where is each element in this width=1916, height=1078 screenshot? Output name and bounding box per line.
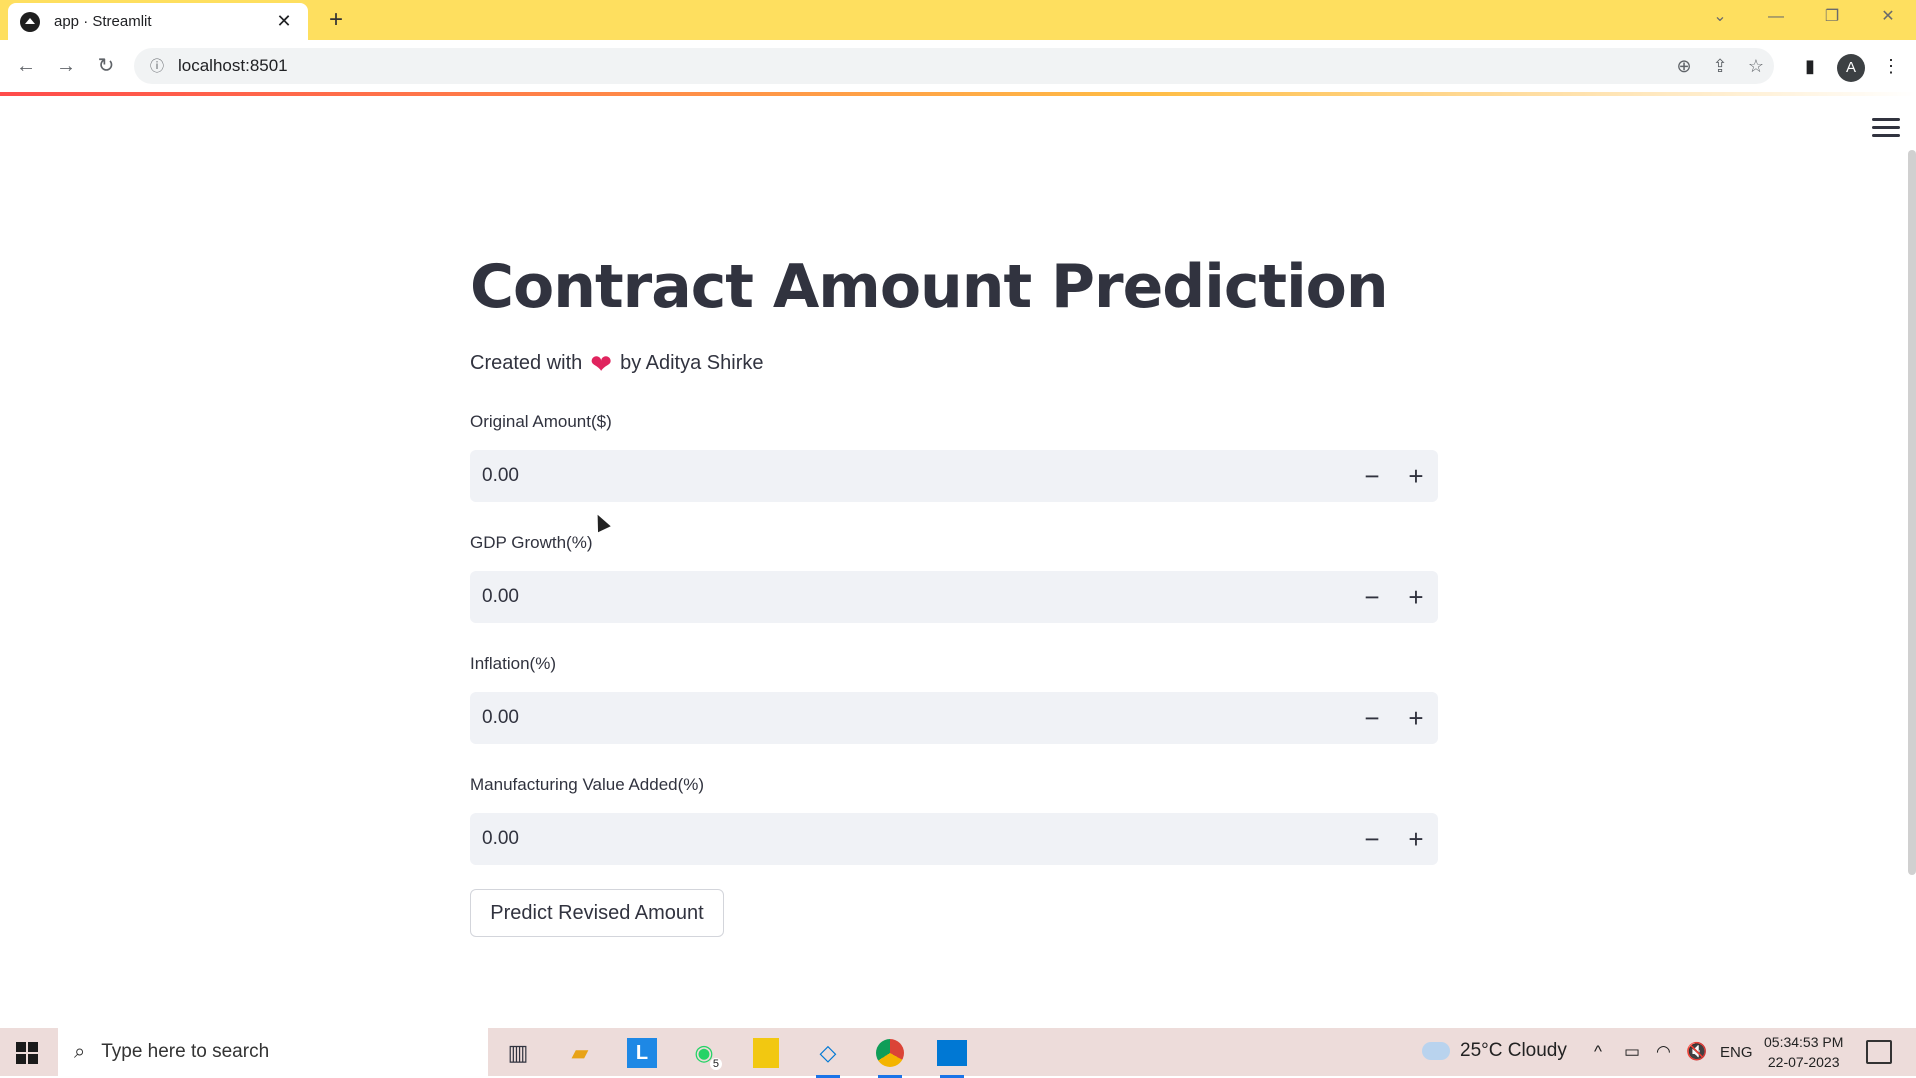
task-view-icon[interactable]: ▥: [500, 1036, 536, 1070]
whatsapp-badge: 5: [709, 1058, 722, 1070]
l-app-icon[interactable]: L: [624, 1036, 660, 1070]
tab-close-icon[interactable]: ✕: [272, 11, 296, 32]
zoom-icon[interactable]: ⊕: [1666, 56, 1702, 77]
credit-prefix: Created with: [470, 352, 583, 374]
gdp-growth-input[interactable]: 0.00 − +: [470, 571, 1438, 623]
increment-button[interactable]: +: [1394, 692, 1438, 744]
clock-date: 22-07-2023: [1767, 1054, 1840, 1070]
browser-tab-strip: app · Streamlit ✕ + ⌄ — ❐ ✕: [0, 0, 1916, 40]
decrement-button[interactable]: −: [1350, 692, 1394, 744]
bookmark-star-icon[interactable]: ☆: [1738, 56, 1774, 77]
gdp-growth-label: GDP Growth(%): [470, 533, 593, 552]
speaker-muted-icon[interactable]: 🔇: [1686, 1042, 1707, 1062]
search-icon: ⌕: [74, 1040, 86, 1063]
page-title: Contract Amount Prediction: [470, 252, 1389, 322]
credit-line: Created with ❤ by Aditya Shirke: [470, 348, 764, 379]
url-text[interactable]: localhost:8501: [178, 56, 1666, 76]
vscode-icon[interactable]: ◇: [810, 1036, 846, 1078]
wifi-icon[interactable]: ◠: [1656, 1042, 1671, 1062]
increment-button[interactable]: +: [1394, 813, 1438, 865]
decrement-button[interactable]: −: [1350, 813, 1394, 865]
manufacturing-value-added-value[interactable]: 0.00: [470, 828, 1350, 850]
decrement-button[interactable]: −: [1350, 450, 1394, 502]
windows-taskbar: ⌕ Type here to search ▥ ▰ L ◉ 5 ◇ 25°C Cl…: [0, 1028, 1916, 1078]
page-scrollbar[interactable]: [1908, 150, 1916, 875]
restore-icon[interactable]: ❐: [1804, 0, 1860, 34]
weather-text: 25°C Cloudy: [1460, 1040, 1567, 1061]
forward-icon[interactable]: →: [52, 52, 80, 80]
increment-button[interactable]: +: [1394, 450, 1438, 502]
windows-start-icon[interactable]: [16, 1042, 38, 1064]
address-bar[interactable]: ⓘ localhost:8501 ⊕ ⇪ ☆: [134, 48, 1774, 84]
manufacturing-value-added-label: Manufacturing Value Added(%): [470, 775, 705, 794]
clock-time: 05:34:53 PM: [1764, 1034, 1844, 1050]
original-amount-label: Original Amount($): [470, 412, 612, 431]
streamlit-favicon-icon: [20, 11, 40, 32]
site-info-icon[interactable]: ⓘ: [146, 55, 168, 77]
new-tab-icon[interactable]: +: [322, 6, 350, 34]
language-indicator[interactable]: ENG: [1720, 1044, 1753, 1061]
notifications-icon[interactable]: [1866, 1040, 1892, 1064]
back-icon[interactable]: ←: [12, 52, 40, 80]
increment-button[interactable]: +: [1394, 571, 1438, 623]
mouse-cursor-icon: [591, 511, 611, 533]
tab-search-icon[interactable]: ⌄: [1692, 0, 1748, 34]
remote-app-icon[interactable]: [934, 1036, 970, 1078]
browser-tab[interactable]: app · Streamlit ✕: [8, 3, 308, 40]
browser-menu-icon[interactable]: ⋮: [1876, 52, 1906, 80]
side-panel-icon[interactable]: ▮: [1795, 52, 1825, 80]
original-amount-value[interactable]: 0.00: [470, 465, 1350, 487]
tab-title: app · Streamlit: [54, 13, 152, 30]
browser-toolbar: ← → ↻ ⓘ localhost:8501 ⊕ ⇪ ☆ ▮ A ⋮: [0, 40, 1916, 92]
inflation-input[interactable]: 0.00 − +: [470, 692, 1438, 744]
decrement-button[interactable]: −: [1350, 571, 1394, 623]
weather-widget[interactable]: 25°C Cloudy: [1422, 1040, 1567, 1062]
power-bi-icon[interactable]: [748, 1036, 784, 1070]
whatsapp-icon[interactable]: ◉ 5: [686, 1036, 722, 1070]
predict-revised-amount-button[interactable]: Predict Revised Amount: [470, 889, 724, 937]
clock[interactable]: 05:34:53 PM 22-07-2023: [1764, 1032, 1843, 1072]
share-icon[interactable]: ⇪: [1702, 56, 1738, 77]
chrome-icon[interactable]: [872, 1036, 908, 1078]
credit-suffix: by Aditya Shirke: [620, 352, 764, 374]
streamlit-decoration-bar: [0, 92, 1916, 96]
reload-icon[interactable]: ↻: [92, 52, 120, 80]
gdp-growth-value[interactable]: 0.00: [470, 586, 1350, 608]
original-amount-input[interactable]: 0.00 − +: [470, 450, 1438, 502]
inflation-value[interactable]: 0.00: [470, 707, 1350, 729]
battery-icon[interactable]: ▭: [1624, 1042, 1640, 1062]
close-window-icon[interactable]: ✕: [1860, 0, 1916, 34]
taskbar-search-placeholder[interactable]: Type here to search: [101, 1041, 269, 1063]
chevron-up-icon[interactable]: ^: [1594, 1042, 1602, 1062]
manufacturing-value-added-input[interactable]: 0.00 − +: [470, 813, 1438, 865]
taskbar-search-box[interactable]: ⌕ Type here to search: [58, 1028, 488, 1076]
cloud-icon: [1422, 1042, 1450, 1060]
hamburger-menu-icon[interactable]: [1872, 118, 1900, 140]
heart-icon: ❤: [590, 348, 613, 379]
profile-avatar[interactable]: A: [1837, 54, 1865, 82]
minimize-icon[interactable]: —: [1748, 0, 1804, 34]
inflation-label: Inflation(%): [470, 654, 556, 673]
file-explorer-icon[interactable]: ▰: [562, 1036, 598, 1070]
